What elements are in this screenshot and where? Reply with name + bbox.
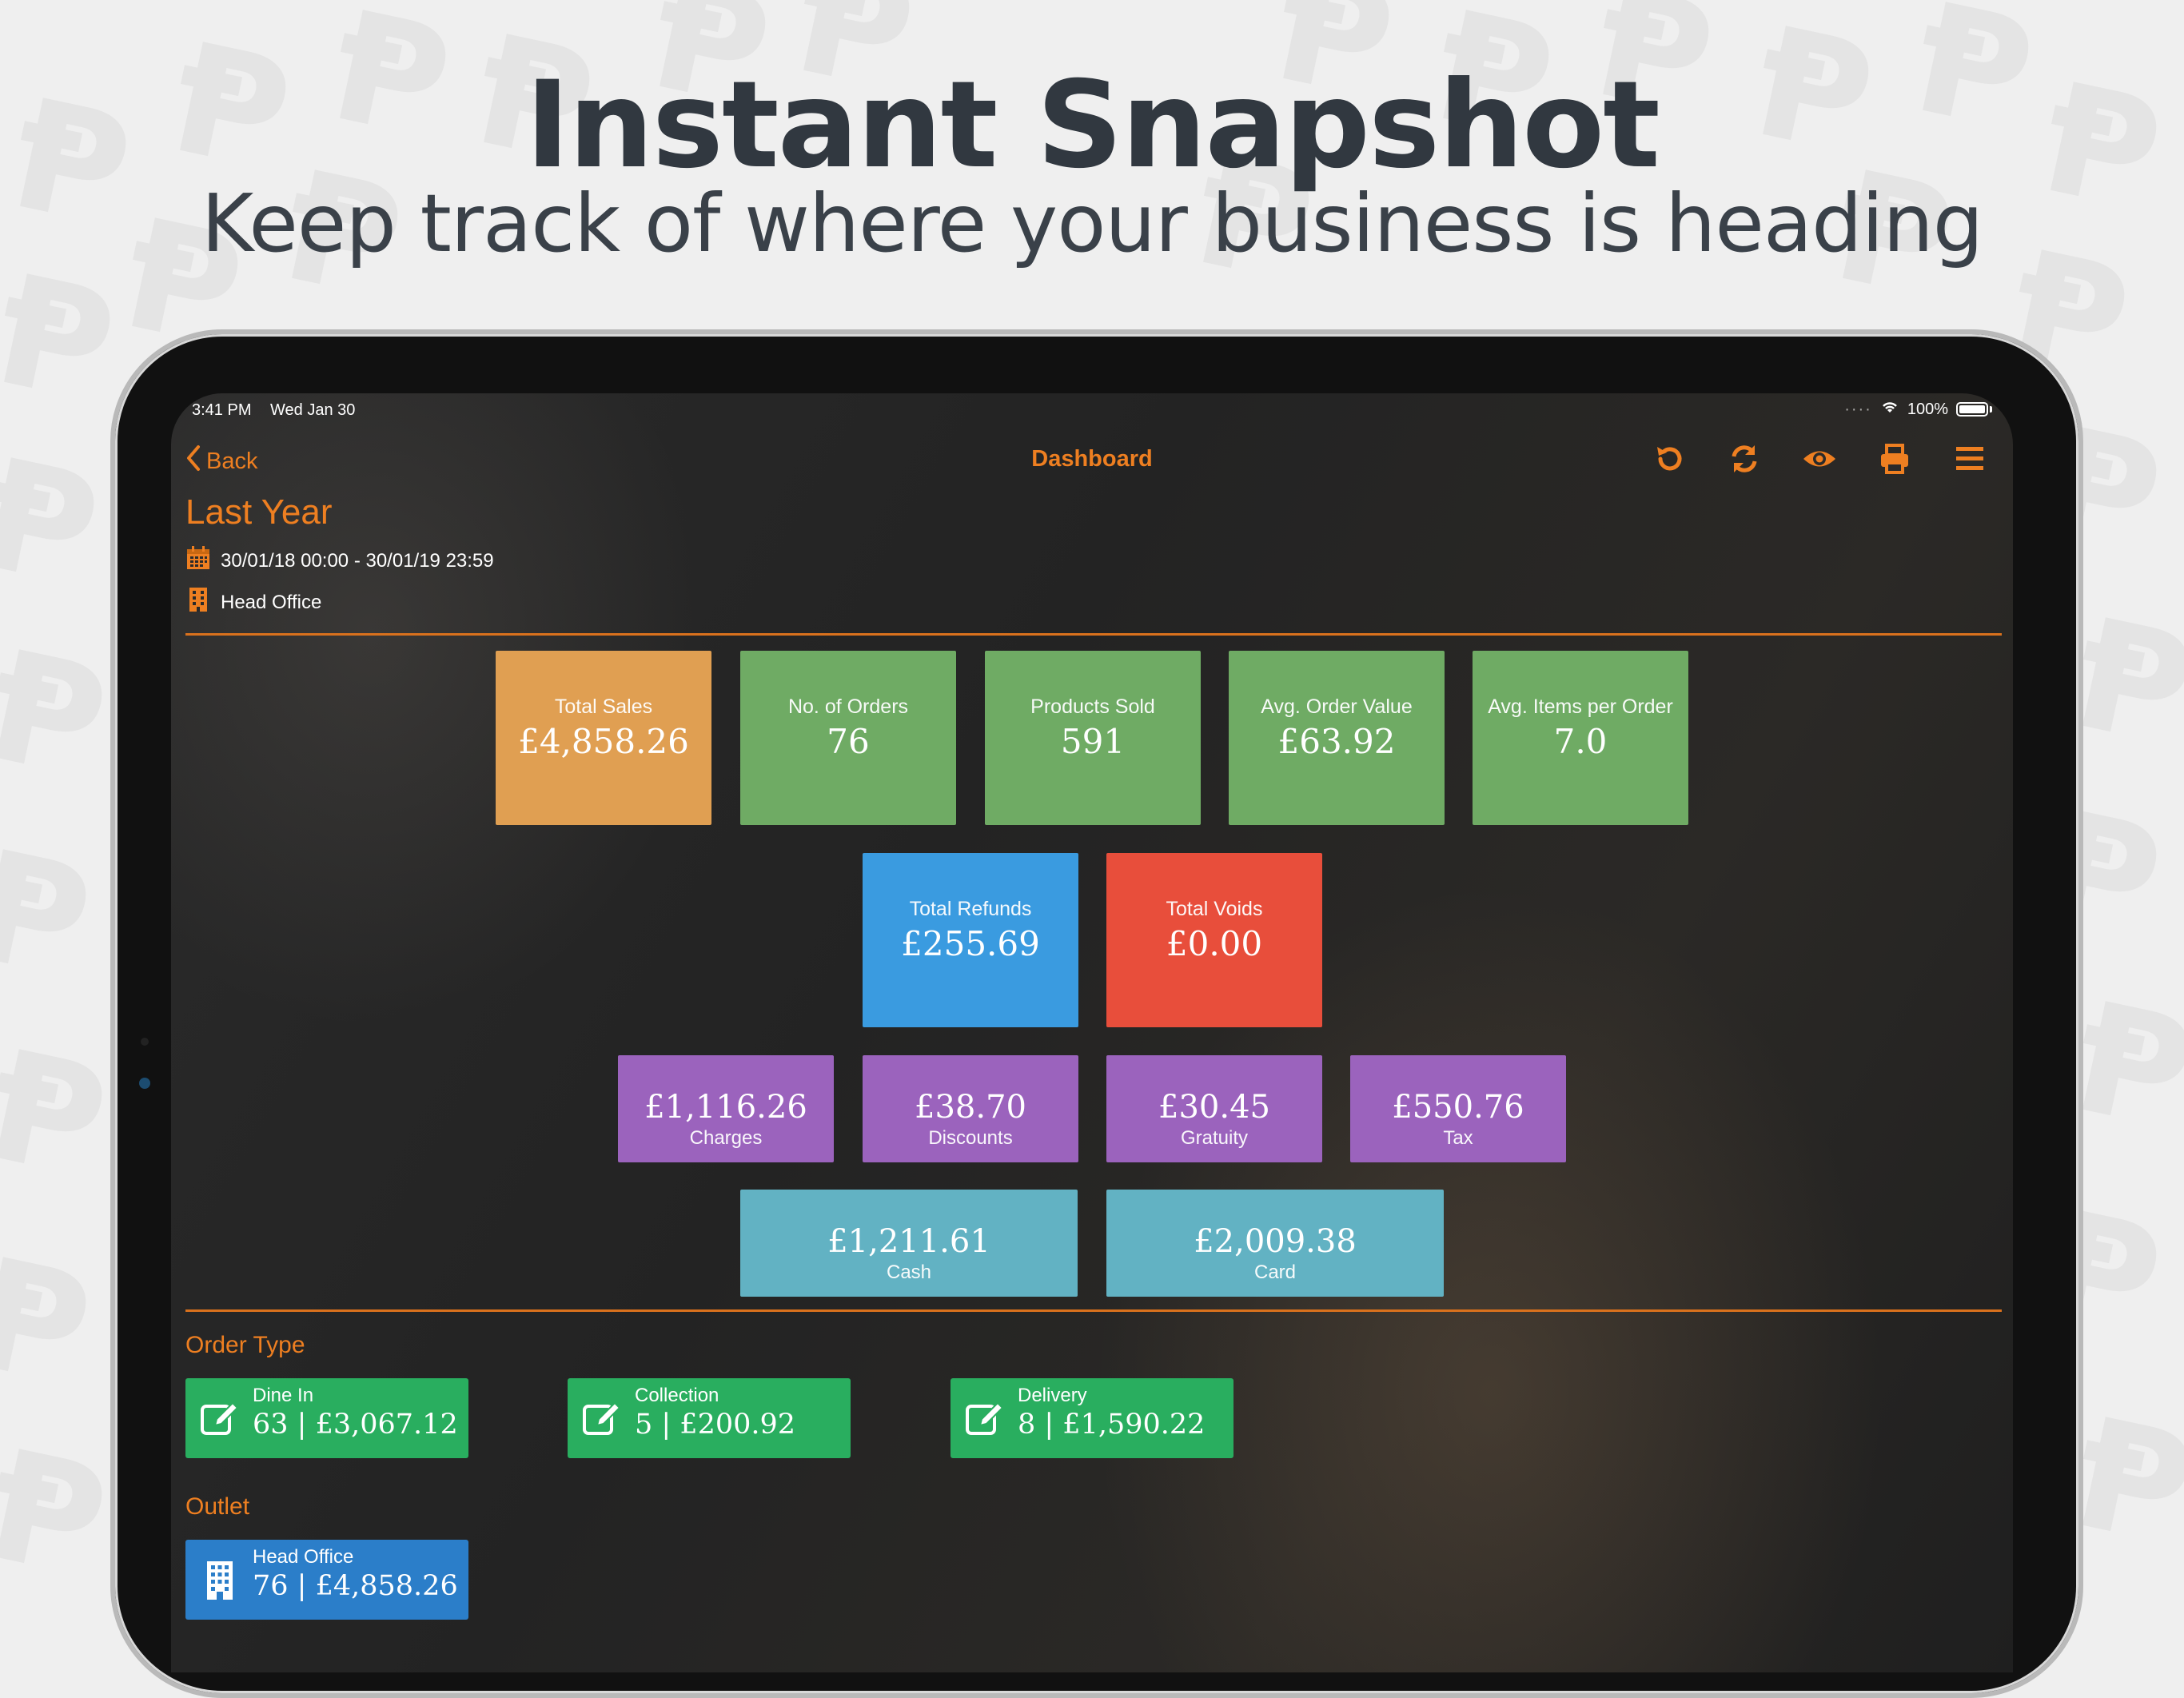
- refresh-icon[interactable]: [1725, 440, 1764, 478]
- edit-icon: [198, 1397, 241, 1441]
- date-range-row[interactable]: 30/01/18 00:00 - 30/01/19 23:59: [185, 545, 494, 576]
- tile-label: Card: [1253, 1262, 1297, 1283]
- battery-icon: [1956, 402, 1988, 417]
- chip-value: 5 | £200.92: [635, 1409, 796, 1441]
- building-icon: [198, 1559, 241, 1602]
- kpi-total-refunds[interactable]: Total Refunds £255.69: [863, 853, 1078, 1027]
- period-title: Last Year: [185, 492, 333, 532]
- side-sensor: [141, 1038, 149, 1046]
- outlet-head-office[interactable]: Head Office 76 | £4,858.26: [185, 1540, 468, 1620]
- tile-label: Cash: [886, 1262, 932, 1283]
- edit-icon: [963, 1397, 1006, 1441]
- nav-actions: [1650, 440, 1989, 478]
- chip-title: Dine In: [253, 1385, 314, 1406]
- app-screen: 3:41 PM Wed Jan 30 ···· 100% Back Dashbo…: [171, 393, 2013, 1672]
- kpi-label: Total Sales: [554, 696, 653, 718]
- wifi-icon: [1880, 400, 1899, 419]
- tile-label: Discounts: [928, 1127, 1013, 1149]
- calendar-icon: [185, 545, 211, 576]
- undo-icon[interactable]: [1650, 440, 1688, 478]
- divider: [185, 1309, 2002, 1312]
- chip-value: 76 | £4,858.26: [253, 1570, 458, 1602]
- order-type-heading: Order Type: [185, 1332, 305, 1358]
- kpi-value: £4,858.26: [518, 722, 689, 761]
- tile-value: £2,009.38: [1194, 1223, 1357, 1260]
- signal-dots-icon: ····: [1844, 400, 1872, 418]
- tile-value: £1,116.26: [644, 1089, 807, 1126]
- kpi-number-of-orders[interactable]: No. of Orders 76: [740, 651, 956, 825]
- kpi-value: £0.00: [1166, 924, 1263, 963]
- kpi-total-voids[interactable]: Total Voids £0.00: [1106, 853, 1322, 1027]
- kpi-value: £255.69: [901, 924, 1040, 963]
- eye-icon[interactable]: [1800, 440, 1839, 478]
- order-type-collection[interactable]: Collection 5 | £200.92: [568, 1378, 851, 1458]
- kpi-label: Total Refunds: [909, 898, 1032, 920]
- menu-icon[interactable]: [1951, 440, 1989, 478]
- chip-title: Collection: [635, 1385, 719, 1406]
- status-date: Wed Jan 30: [270, 401, 356, 419]
- kpi-value: 591: [1060, 722, 1126, 761]
- kpi-label: Avg. Items per Order: [1488, 696, 1673, 718]
- outlet-heading: Outlet: [185, 1493, 250, 1520]
- tile-value: £1,211.61: [827, 1223, 990, 1260]
- tile-value: £38.70: [915, 1089, 1026, 1126]
- status-time: 3:41 PM: [192, 401, 252, 419]
- order-type-delivery[interactable]: Delivery 8 | £1,590.22: [951, 1378, 1233, 1458]
- chip-title: Delivery: [1018, 1385, 1087, 1406]
- kpi-value: 76: [827, 722, 870, 761]
- kpi-total-sales[interactable]: Total Sales £4,858.26: [496, 651, 711, 825]
- tile-label: Charges: [689, 1127, 763, 1149]
- tax-tile[interactable]: £550.76 Tax: [1350, 1055, 1566, 1162]
- charges-tile[interactable]: £1,116.26 Charges: [618, 1055, 834, 1162]
- tile-label: Tax: [1443, 1127, 1473, 1149]
- location-row[interactable]: Head Office: [185, 587, 321, 618]
- tile-label: Gratuity: [1180, 1127, 1249, 1149]
- order-type-dine-in[interactable]: Dine In 63 | £3,067.12: [185, 1378, 468, 1458]
- kpi-label: Total Voids: [1166, 898, 1263, 920]
- card-tile[interactable]: £2,009.38 Card: [1106, 1190, 1444, 1297]
- edit-icon: [580, 1397, 624, 1441]
- chip-value: 8 | £1,590.22: [1018, 1409, 1206, 1441]
- kpi-label: Avg. Order Value: [1261, 696, 1413, 718]
- date-range: 30/01/18 00:00 - 30/01/19 23:59: [221, 549, 494, 572]
- kpi-label: No. of Orders: [787, 696, 909, 718]
- divider: [185, 633, 2002, 636]
- kpi-avg-items-per-order[interactable]: Avg. Items per Order 7.0: [1473, 651, 1688, 825]
- status-indicators: ···· 100%: [1844, 400, 1992, 419]
- cash-tile[interactable]: £1,211.61 Cash: [740, 1190, 1078, 1297]
- battery-percent: 100%: [1907, 400, 1948, 418]
- side-camera: [139, 1078, 150, 1089]
- chip-value: 63 | £3,067.12: [253, 1409, 458, 1441]
- kpi-products-sold[interactable]: Products Sold 591: [985, 651, 1201, 825]
- kpi-value: 7.0: [1553, 722, 1608, 761]
- chip-title: Head Office: [253, 1546, 354, 1568]
- kpi-value: £63.92: [1277, 722, 1396, 761]
- hero-subtitle: Keep track of where your business is hea…: [201, 177, 1984, 270]
- print-icon[interactable]: [1875, 440, 1914, 478]
- tile-value: £550.76: [1392, 1089, 1524, 1126]
- kpi-avg-order-value[interactable]: Avg. Order Value £63.92: [1229, 651, 1445, 825]
- gratuity-tile[interactable]: £30.45 Gratuity: [1106, 1055, 1322, 1162]
- kpi-label: Products Sold: [1030, 696, 1155, 718]
- hero-title: Instant Snapshot: [525, 56, 1660, 195]
- discounts-tile[interactable]: £38.70 Discounts: [863, 1055, 1078, 1162]
- building-icon: [185, 587, 211, 618]
- location-name: Head Office: [221, 591, 322, 613]
- tile-value: £30.45: [1158, 1089, 1270, 1126]
